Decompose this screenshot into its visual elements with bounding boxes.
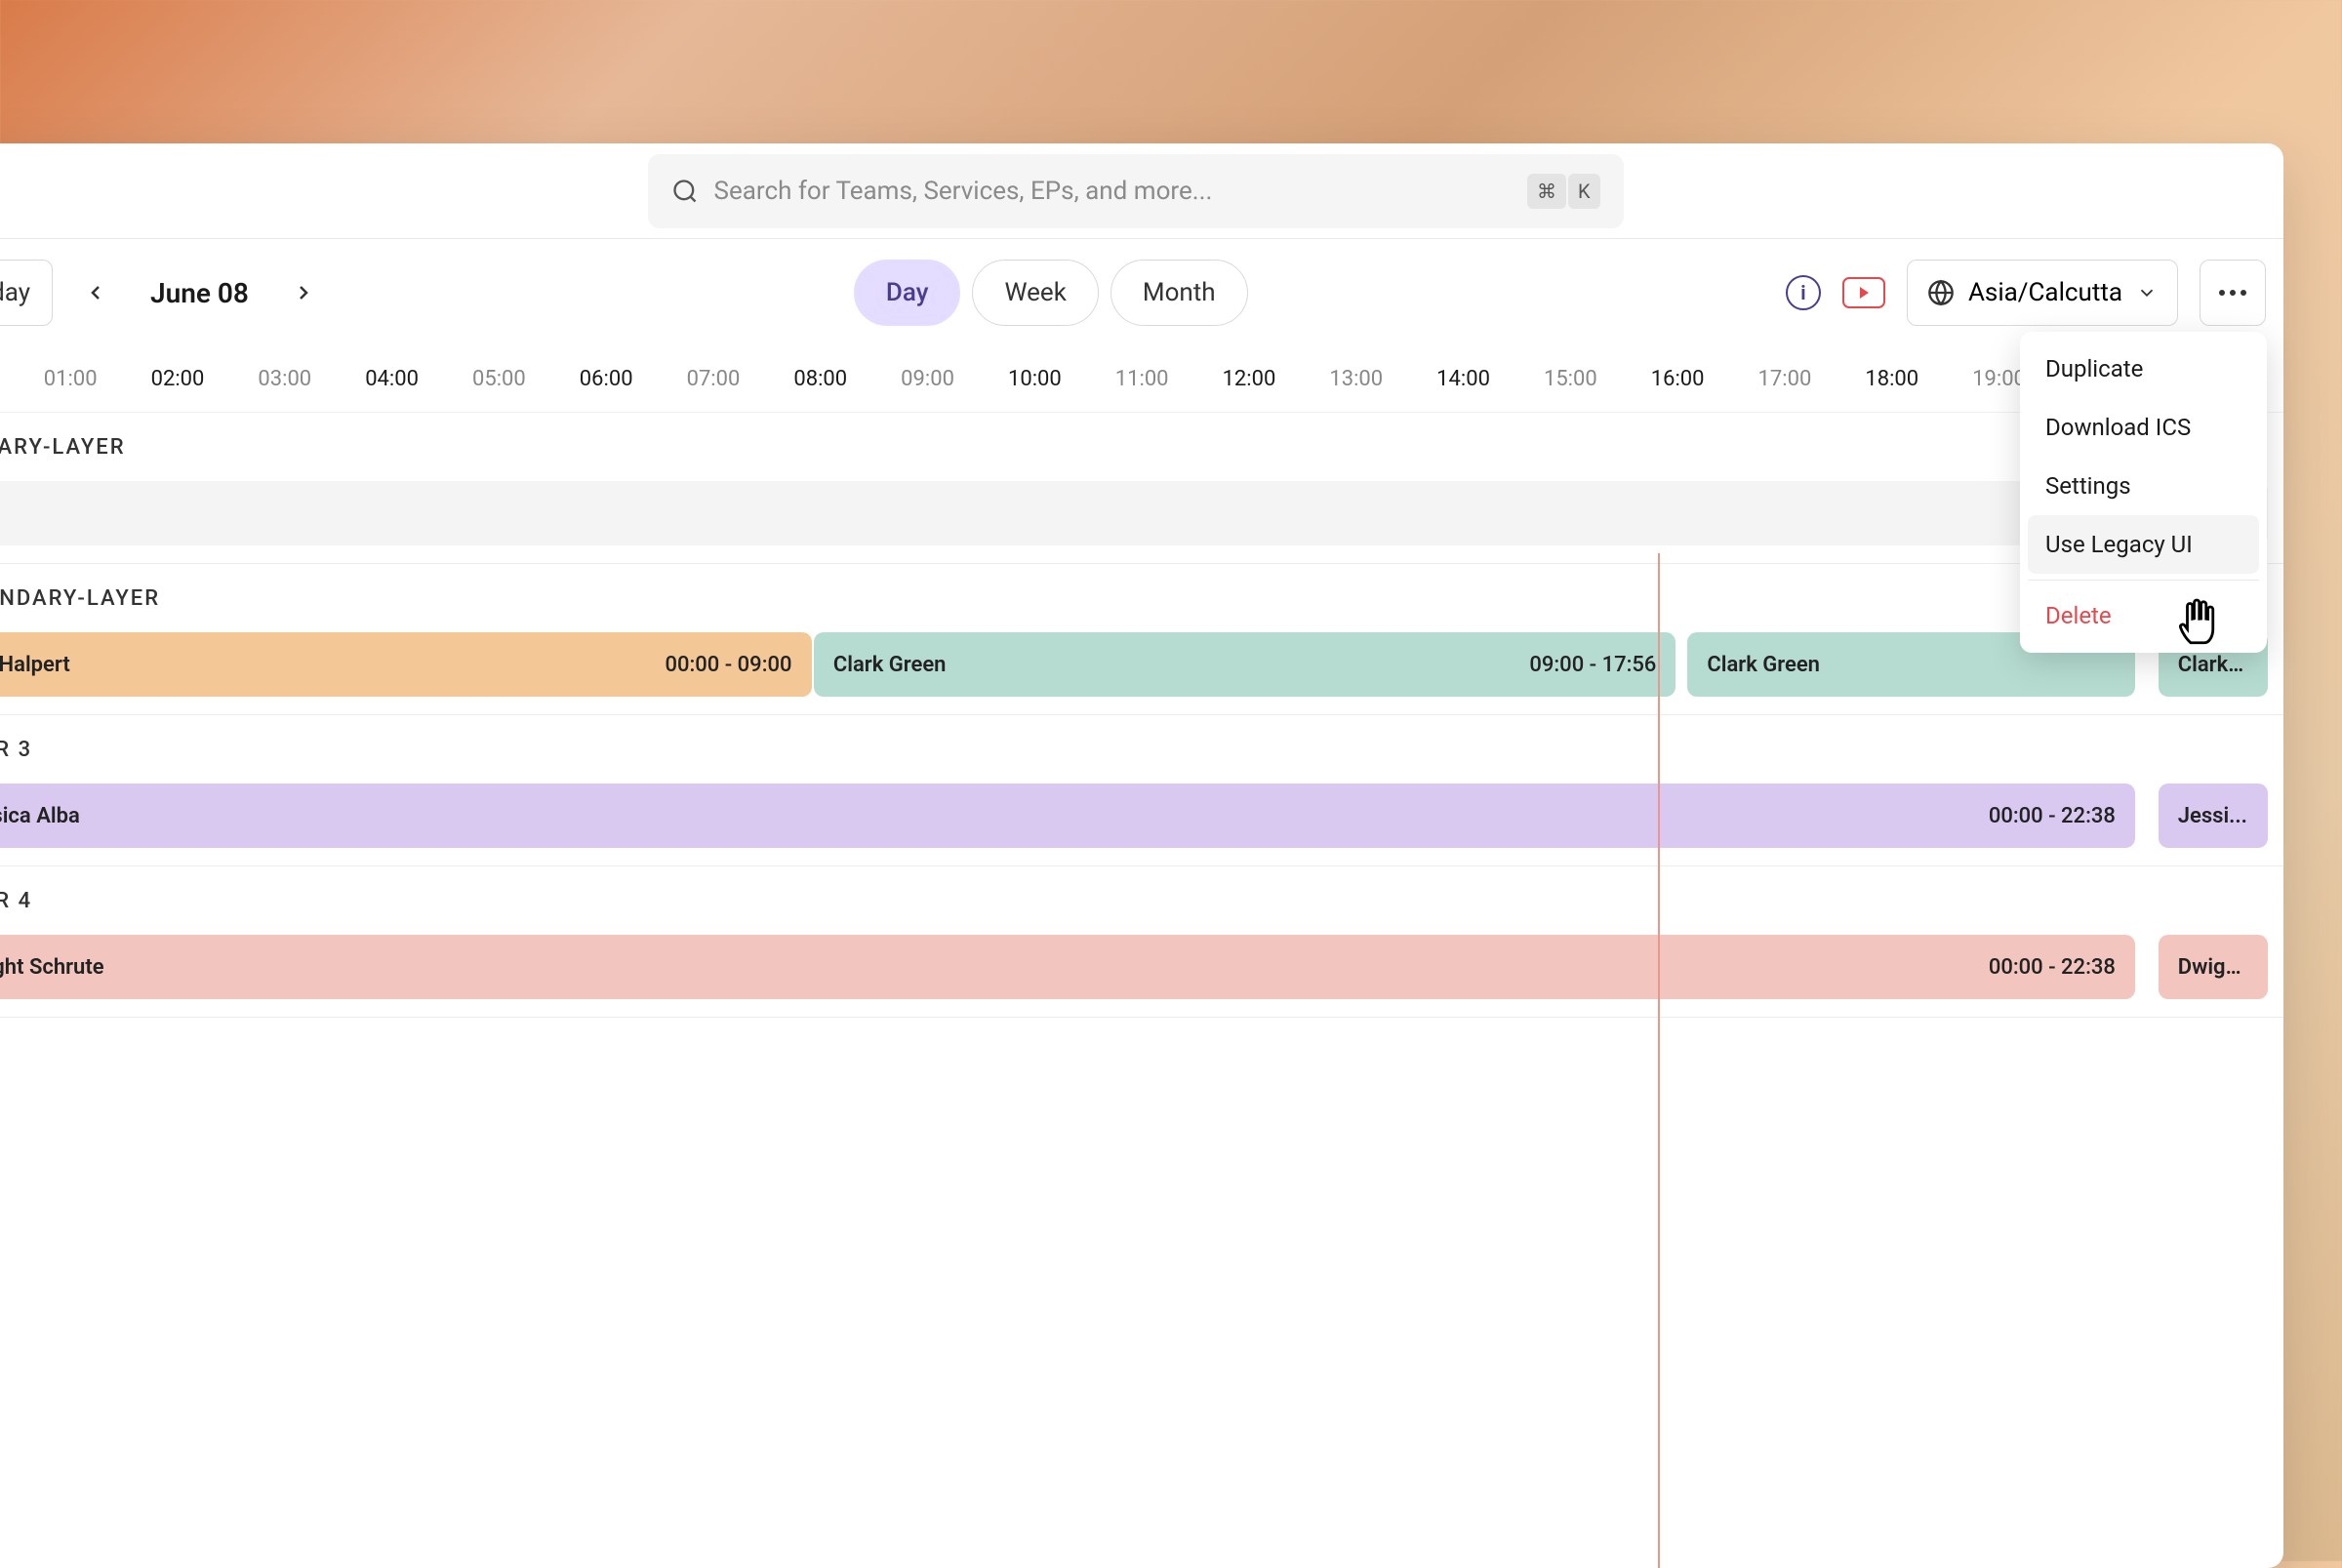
shift-name: Jim Halpert bbox=[0, 653, 70, 677]
dropdown-separator bbox=[2028, 580, 2259, 581]
hour-label: 09:00 bbox=[901, 367, 954, 391]
shift-block[interactable]: Jessi... bbox=[2159, 784, 2268, 848]
next-day-button[interactable] bbox=[276, 260, 331, 326]
shift-time: 00:00 - 22:38 bbox=[1989, 804, 2116, 828]
globe-icon bbox=[1927, 279, 1955, 306]
toolbar-right: i Asia/Calcutta bbox=[1786, 260, 2266, 326]
layer-title: LAYER 3 bbox=[0, 715, 2268, 784]
more-dropdown: Duplicate Download ICS Settings Use Lega… bbox=[2020, 332, 2267, 653]
layer-4: LAYER 4 Dwight Schrute00:00 - 22:38Dwigh… bbox=[0, 866, 2283, 1018]
hour-label: 05:00 bbox=[472, 367, 526, 391]
view-day-button[interactable]: Day bbox=[854, 260, 961, 326]
search-shortcut: ⌘ K bbox=[1527, 174, 1600, 209]
hour-label: 08:00 bbox=[793, 367, 847, 391]
search-box[interactable]: ⌘ K bbox=[648, 154, 1624, 228]
layers: PRIMARY-LAYER SECONDARY-LAYER Jim Halper… bbox=[0, 413, 2283, 1568]
hour-label: 16:00 bbox=[1651, 367, 1705, 391]
info-button[interactable]: i bbox=[1786, 275, 1821, 310]
hour-label: 13:00 bbox=[1329, 367, 1383, 391]
today-button[interactable]: Today bbox=[0, 260, 53, 326]
prev-day-button[interactable] bbox=[68, 260, 123, 326]
timezone-button[interactable]: Asia/Calcutta bbox=[1907, 260, 2178, 326]
kbd-meta: ⌘ bbox=[1527, 174, 1566, 209]
kbd-key: K bbox=[1568, 174, 1600, 209]
hour-label: 03:00 bbox=[258, 367, 311, 391]
dropdown-duplicate[interactable]: Duplicate bbox=[2028, 340, 2259, 398]
layer-title: PRIMARY-LAYER bbox=[0, 413, 2268, 481]
empty-shift-row[interactable] bbox=[0, 481, 2268, 545]
shift-name: Clark Green bbox=[1707, 653, 1820, 677]
shift-time: 09:00 - 17:56 bbox=[1529, 653, 1656, 677]
shift-track: Jessica Alba 00:00 - 22:38 Jessi... bbox=[0, 784, 2268, 848]
hour-label: 19:00 bbox=[1972, 367, 2026, 391]
shift-block[interactable]: Clark Green 09:00 - 17:56 bbox=[814, 632, 1676, 697]
layer-title: SECONDARY-LAYER bbox=[0, 564, 2268, 632]
search-input[interactable] bbox=[714, 177, 1512, 206]
video-help-button[interactable] bbox=[1842, 277, 1885, 308]
shift-track: Dwight Schrute 00:00 - 22:38 Dwigh... bbox=[0, 935, 2268, 999]
hour-label: 06:00 bbox=[580, 367, 633, 391]
shift-block[interactable]: Jim Halpert 00:00 - 09:00 bbox=[0, 632, 812, 697]
hour-label: 15:00 bbox=[1544, 367, 1597, 391]
view-month-button[interactable]: Month bbox=[1110, 260, 1248, 326]
layer-title: LAYER 4 bbox=[0, 866, 2268, 935]
app-frame: ift Schedule ⌘ K 3 MS bbox=[0, 143, 2283, 1568]
toolbar: Today June 08 Day Week Month i bbox=[0, 239, 2283, 346]
shift-track: Jim Halpert 00:00 - 09:00 Clark Green 09:00… bbox=[0, 632, 2268, 697]
view-week-button[interactable]: Week bbox=[972, 260, 1098, 326]
shift-time: 00:00 - 22:38 bbox=[1989, 955, 2116, 980]
cursor-pointer-icon bbox=[2170, 593, 2225, 652]
top-bar: ift Schedule ⌘ K 3 MS bbox=[0, 143, 2283, 239]
view-switch: Day Week Month bbox=[854, 260, 1248, 326]
hour-label: 17:00 bbox=[1758, 367, 1812, 391]
shift-time: 00:00 - 09:00 bbox=[665, 653, 791, 677]
more-button[interactable] bbox=[2200, 260, 2266, 326]
shift-name: Clark Green bbox=[833, 653, 947, 677]
shift-block[interactable]: Dwigh... bbox=[2159, 935, 2268, 999]
dropdown-use-legacy-ui[interactable]: Use Legacy UI bbox=[2028, 515, 2259, 574]
hour-label: 02:00 bbox=[151, 367, 205, 391]
main: Today June 08 Day Week Month i bbox=[0, 239, 2283, 1568]
body: ays Today June 08 bbox=[0, 239, 2283, 1568]
hour-label: 14:00 bbox=[1436, 367, 1490, 391]
chevron-down-icon bbox=[2136, 282, 2158, 303]
current-time-indicator bbox=[1658, 553, 1660, 1568]
more-icon bbox=[2219, 290, 2246, 296]
hour-label: 18:00 bbox=[1865, 367, 1918, 391]
hour-label: 07:00 bbox=[687, 367, 741, 391]
timezone-label: Asia/Calcutta bbox=[1968, 278, 2122, 307]
hour-label: 11:00 bbox=[1115, 367, 1169, 391]
shift-block[interactable]: Jessica Alba 00:00 - 22:38 bbox=[0, 784, 2135, 848]
hour-label: 04:00 bbox=[365, 367, 419, 391]
chevron-right-icon bbox=[292, 281, 315, 304]
shift-name: Dwigh... bbox=[2178, 955, 2248, 980]
shift-name: Clark ... bbox=[2178, 653, 2248, 677]
layer-3: LAYER 3 Jessica Alba 00:00 - 22:38 Jessi..… bbox=[0, 715, 2283, 866]
shift-name: Dwight Schrute bbox=[0, 955, 104, 980]
date-label: June 08 bbox=[150, 277, 249, 309]
timeline-hours: 00:0001:0002:0003:0004:0005:0006:0007:00… bbox=[0, 346, 2283, 413]
shift-name: Jessica Alba bbox=[0, 804, 80, 828]
layer-primary: PRIMARY-LAYER bbox=[0, 413, 2283, 564]
search-icon bbox=[671, 178, 699, 205]
hour-label: 01:00 bbox=[44, 367, 98, 391]
dropdown-download-ics[interactable]: Download ICS bbox=[2028, 398, 2259, 457]
shift-block[interactable]: Dwight Schrute 00:00 - 22:38 bbox=[0, 935, 2135, 999]
layer-secondary: SECONDARY-LAYER Jim Halpert 00:00 - 09:00… bbox=[0, 564, 2283, 715]
hour-label: 10:00 bbox=[1008, 367, 1062, 391]
dropdown-settings[interactable]: Settings bbox=[2028, 457, 2259, 515]
shift-name: Jessi... bbox=[2178, 804, 2247, 828]
hour-label: 12:00 bbox=[1223, 367, 1276, 391]
chevron-left-icon bbox=[84, 281, 107, 304]
